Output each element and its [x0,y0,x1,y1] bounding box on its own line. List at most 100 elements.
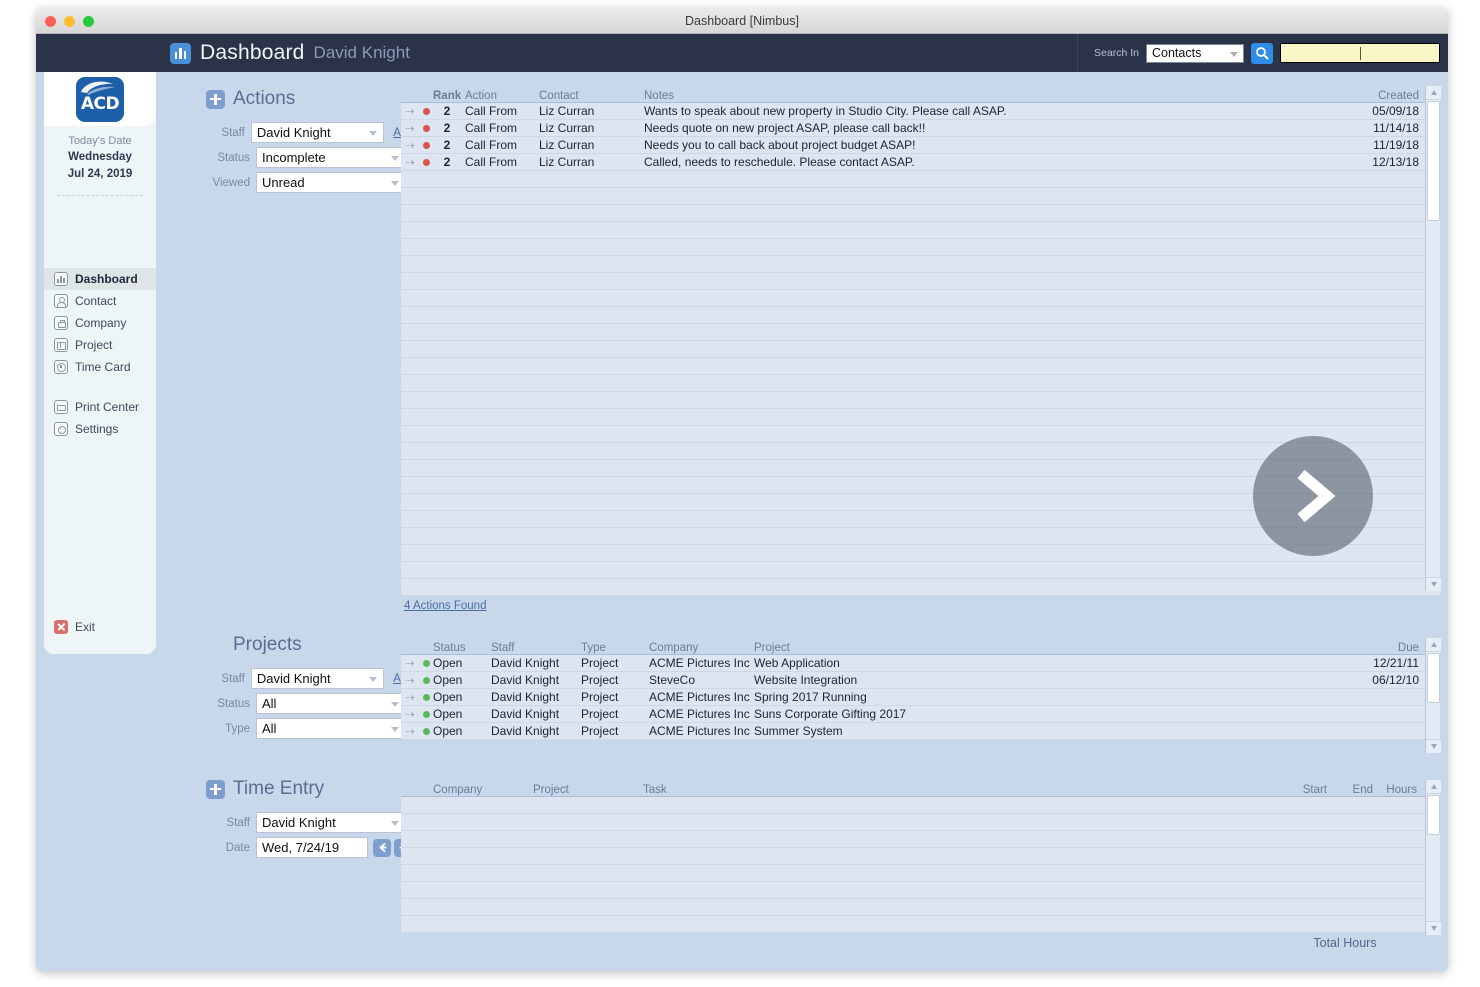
cell-status: Open [433,724,491,738]
time-entry-date-input[interactable]: Wed, 7/24/19 [256,837,368,858]
cell-type: Project [581,707,649,721]
scroll-down-button[interactable] [1426,921,1441,935]
projects-staff-select[interactable]: David Knight [251,668,384,689]
go-to-record-icon[interactable]: ⇢ [401,105,419,118]
status-dot-cell [419,108,433,115]
current-user-name: David Knight [314,43,410,63]
time-entry-panel-title: Time Entry [233,778,324,800]
time-entry-staff-select[interactable]: David Knight [256,812,406,833]
maximize-window-button[interactable] [83,16,94,27]
plus-icon[interactable] [206,780,225,799]
scrollbar-thumb[interactable] [1427,795,1440,835]
column-header-project[interactable]: Project [754,642,1351,654]
gear-icon [54,422,68,436]
triangle-down-icon [1431,744,1437,749]
column-header-type[interactable]: Type [581,642,649,654]
actions-found-link[interactable]: 4 Actions Found [404,596,486,614]
actions-status-select[interactable]: Incomplete [256,147,406,168]
scrollbar-thumb[interactable] [1427,101,1440,221]
sidebar-item-time-card[interactable]: Time Card [44,356,156,378]
go-to-record-icon[interactable]: ⇢ [401,122,419,135]
table-row[interactable]: ⇢2Call FromLiz CurranNeeds you to call b… [401,137,1440,154]
actions-staff-select[interactable]: David Knight [251,122,384,143]
chevron-down-icon [369,131,377,136]
sidebar-item-company[interactable]: Company [44,312,156,334]
cell-project: Summer System [754,724,1351,738]
plus-icon[interactable] [206,90,225,109]
sidebar-item-project[interactable]: Project [44,334,156,356]
table-row-empty [401,831,1440,848]
column-header-due[interactable]: Due [1351,642,1425,654]
column-header-company[interactable]: Company [433,784,533,796]
go-to-record-icon[interactable]: ⇢ [401,139,419,152]
sidebar-item-contact[interactable]: Contact [44,290,156,312]
sidebar-item-exit[interactable]: Exit [44,620,95,634]
table-row[interactable]: ⇢OpenDavid KnightProjectACME Pictures In… [401,723,1440,740]
sidebar-item-settings[interactable]: Settings [44,418,156,440]
search-scope-select[interactable]: Contacts [1146,44,1244,63]
go-to-record-icon[interactable]: ⇢ [401,674,419,687]
sidebar-item-print-center[interactable]: Print Center [44,396,156,418]
go-to-record-icon[interactable]: ⇢ [401,725,419,738]
cell-contact: Liz Curran [539,138,644,152]
search-button[interactable] [1251,43,1273,64]
column-header-end[interactable]: End [1327,784,1373,796]
scroll-down-button[interactable] [1426,739,1441,753]
column-header-notes[interactable]: Notes [644,90,1351,102]
todays-weekday: Wednesday [44,150,156,164]
column-header-created[interactable]: Created [1351,90,1425,102]
column-header-contact[interactable]: Contact [539,90,644,102]
projects-table-header: Status Staff Type Company Project Due [401,638,1440,655]
column-header-company[interactable]: Company [649,642,754,654]
table-row-empty [401,916,1440,933]
status-dot-cell [419,728,433,735]
previous-day-button[interactable] [373,839,391,857]
column-header-staff[interactable]: Staff [491,642,581,654]
column-header-hours[interactable]: Hours [1373,784,1425,796]
table-row[interactable]: ⇢OpenDavid KnightProjectACME Pictures In… [401,706,1440,723]
next-page-overlay-button[interactable] [1253,436,1373,556]
table-row[interactable]: ⇢2Call FromLiz CurranCalled, needs to re… [401,154,1440,171]
projects-scrollbar[interactable] [1425,638,1440,753]
column-header-task[interactable]: Task [643,784,1273,796]
go-to-record-icon[interactable]: ⇢ [401,708,419,721]
go-to-record-icon[interactable]: ⇢ [401,691,419,704]
status-dot-cell [419,142,433,149]
table-row[interactable]: ⇢OpenDavid KnightProjectACME Pictures In… [401,655,1440,672]
cell-project: Suns Corporate Gifting 2017 [754,707,1351,721]
search-input[interactable] [1280,43,1440,63]
printer-icon [54,400,68,414]
projects-status-select[interactable]: All [256,693,406,714]
scrollbar-thumb[interactable] [1427,653,1440,703]
table-row[interactable]: ⇢OpenDavid KnightProjectACME Pictures In… [401,689,1440,706]
cell-action: Call From [461,104,539,118]
time-entry-filters: Staff David Knight Date Wed, 7/24/19 [206,812,416,858]
sidebar-item-dashboard[interactable]: Dashboard [44,268,156,290]
scroll-up-button[interactable] [1426,780,1441,794]
scroll-up-button[interactable] [1426,86,1441,100]
column-header-status[interactable]: Status [433,642,491,654]
table-row[interactable]: ⇢2Call FromLiz CurranNeeds quote on new … [401,120,1440,137]
cell-notes: Needs you to call back about project bud… [644,138,1351,152]
time-entry-scrollbar[interactable] [1425,780,1440,935]
actions-scrollbar[interactable] [1425,86,1440,591]
close-window-button[interactable] [45,16,56,27]
column-header-project[interactable]: Project [533,784,643,796]
scroll-down-button[interactable] [1426,577,1441,591]
table-row-empty [401,290,1440,307]
cell-rank: 2 [433,138,461,152]
go-to-record-icon[interactable]: ⇢ [401,657,419,670]
cell-company: ACME Pictures Inc [649,707,754,721]
table-row[interactable]: ⇢OpenDavid KnightProjectSteveCoWebsite I… [401,672,1440,689]
projects-type-select[interactable]: All [256,718,406,739]
filter-value: All [262,721,276,736]
table-row[interactable]: ⇢2Call FromLiz CurranWants to speak abou… [401,103,1440,120]
actions-viewed-select[interactable]: Unread [256,172,406,193]
column-header-start[interactable]: Start [1273,784,1327,796]
minimize-window-button[interactable] [64,16,75,27]
actions-panel-controls: Actions Staff David Knight All Status In… [206,88,406,197]
scroll-up-button[interactable] [1426,638,1441,652]
go-to-record-icon[interactable]: ⇢ [401,156,419,169]
column-header-rank[interactable]: Rank [433,90,461,102]
column-header-action[interactable]: Action [461,90,539,102]
